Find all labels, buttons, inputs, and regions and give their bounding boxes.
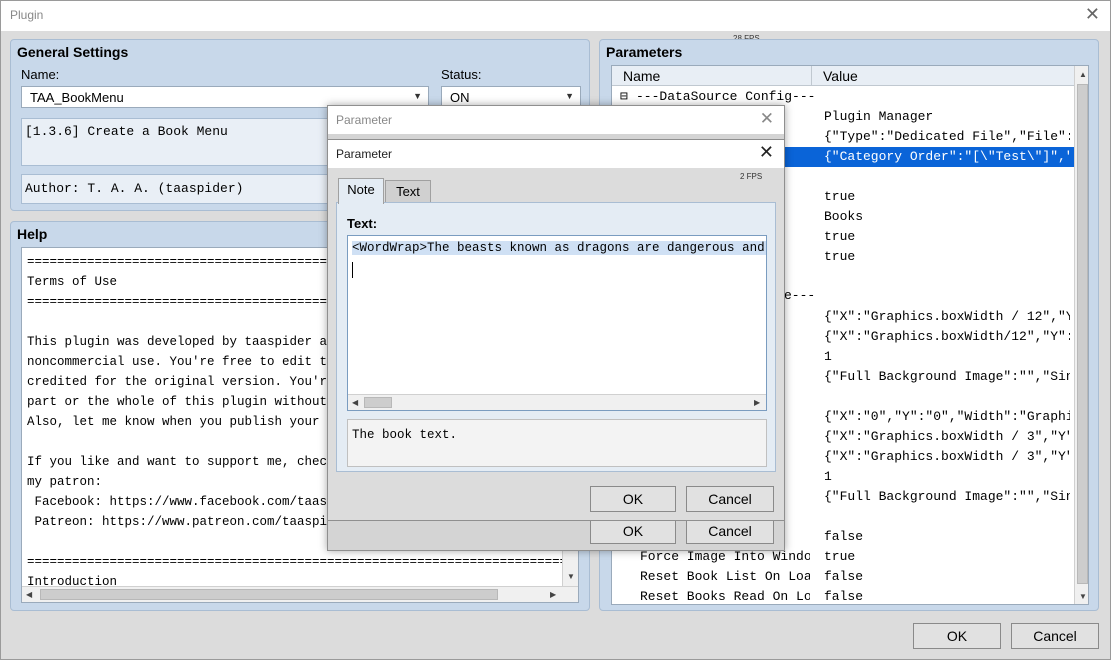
dialog-back-title: Parameter	[336, 113, 393, 127]
window-title: Plugin	[10, 8, 44, 22]
parameter-value: {"Category Order":"[\"Test\"]","Bo…	[824, 149, 1070, 164]
text-hscroll-thumb[interactable]	[364, 397, 392, 408]
column-divider[interactable]	[811, 66, 812, 86]
status-select-value: ON	[450, 90, 470, 105]
dialog-front-title: Parameter	[336, 147, 393, 161]
dialog-fps-counter: 2 FPS	[740, 172, 763, 181]
text-editor-value: <WordWrap>The beasts known as dragons ar…	[352, 241, 766, 255]
help-line: ========================================…	[27, 555, 579, 569]
help-horizontal-scrollbar[interactable]: ◀ ▶	[22, 586, 578, 602]
window-titlebar: Plugin ✕	[1, 1, 1110, 31]
parameter-dialog-front: Parameter ✕ 2 FPS Note Text Text: <WordW…	[327, 139, 785, 521]
name-label: Name:	[21, 67, 60, 82]
chevron-down-icon: ▼	[565, 91, 574, 101]
parameters-vertical-scrollbar[interactable]: ▲ ▼	[1074, 66, 1088, 604]
text-horizontal-scrollbar[interactable]: ◀ ▶	[348, 394, 766, 410]
close-icon[interactable]: ✕	[1085, 4, 1100, 25]
parameter-value: Plugin Manager	[824, 109, 934, 124]
parameters-scroll-thumb[interactable]	[1077, 84, 1088, 584]
text-editor[interactable]: <WordWrap>The beasts known as dragons ar…	[347, 235, 767, 411]
general-settings-title: General Settings	[17, 44, 129, 60]
parameter-value: {"X":"Graphics.boxWidth/12","Y":"0…	[824, 329, 1070, 344]
dialog-back-cancel-button[interactable]: Cancel	[686, 518, 774, 544]
dialog-front-titlebar: Parameter ✕	[328, 140, 784, 168]
parameter-description: The book text.	[352, 428, 458, 442]
parameter-value: 1	[824, 469, 832, 484]
close-icon[interactable]: ✕	[760, 109, 774, 129]
help-hscroll-thumb[interactable]	[40, 589, 498, 600]
parameter-value: false	[824, 589, 864, 604]
parameter-name: Reset Books Read On Load	[640, 589, 810, 604]
parameter-value: true	[824, 189, 856, 204]
cancel-button[interactable]: Cancel	[1011, 623, 1099, 649]
column-value-header[interactable]: Value	[823, 68, 858, 84]
parameter-row[interactable]: Reset Book List On Load false	[612, 567, 1074, 587]
dialog-back-ok-button[interactable]: OK	[590, 518, 676, 544]
author-text: Author: T. A. A. (taaspider)	[25, 181, 244, 196]
parameter-value: Books	[824, 209, 864, 224]
parameters-header: Name Value	[612, 66, 1074, 86]
dialog-back-titlebar: Parameter ✕	[328, 106, 784, 134]
parameter-name: Force Image Into Window	[640, 549, 810, 564]
parameter-group-row[interactable]: ⊟ ---DataSource Config---	[612, 87, 1074, 107]
parameter-value: false	[824, 569, 864, 584]
scroll-left-icon[interactable]: ◀	[26, 590, 32, 599]
chevron-down-icon: ▼	[413, 91, 422, 101]
tab-note[interactable]: Note	[338, 178, 384, 204]
parameter-value: false	[824, 529, 864, 544]
scroll-right-icon[interactable]: ▶	[754, 398, 760, 407]
parameter-value: true	[824, 229, 856, 244]
scroll-left-icon[interactable]: ◀	[352, 398, 358, 407]
parameters-title: Parameters	[606, 44, 683, 60]
parameter-value: {"X":"Graphics.boxWidth / 3","Y":"…	[824, 429, 1070, 444]
plugin-window: Plugin ✕ 28 FPS General Settings Name: T…	[0, 0, 1111, 660]
parameter-group2-label: e---	[784, 288, 816, 303]
scroll-down-icon[interactable]: ▼	[1079, 592, 1087, 601]
status-label: Status:	[441, 67, 482, 82]
name-select-value: TAA_BookMenu	[30, 90, 124, 105]
ok-button[interactable]: OK	[913, 623, 1001, 649]
close-icon[interactable]: ✕	[759, 142, 774, 163]
parameter-value: {"Full Background Image":"","Singl…	[824, 489, 1070, 504]
dialog-front-ok-button[interactable]: OK	[590, 486, 676, 512]
parameter-group-label: ---DataSource Config---	[636, 89, 816, 104]
parameter-name: Reset Book List On Load	[640, 569, 810, 584]
note-tab-panel: Text: <WordWrap>The beasts known as drag…	[336, 202, 776, 472]
tab-text[interactable]: Text	[385, 180, 431, 204]
scroll-down-icon[interactable]: ▼	[567, 572, 575, 581]
parameter-value: {"Type":"Dedicated File","File":"b…	[824, 129, 1070, 144]
parameter-description-box: The book text.	[347, 419, 767, 467]
description-text: [1.3.6] Create a Book Menu	[25, 124, 228, 139]
parameter-value: 1	[824, 349, 832, 364]
parameter-value: {"Full Background Image":"","Singl…	[824, 369, 1070, 384]
parameter-value: {"X":"Graphics.boxWidth / 3","Y":"…	[824, 449, 1070, 464]
parameter-value: true	[824, 549, 856, 564]
column-name-header[interactable]: Name	[623, 68, 660, 84]
text-cursor	[352, 262, 353, 278]
parameter-value: {"X":"Graphics.boxWidth / 12","Y":"…	[824, 309, 1070, 324]
help-title: Help	[17, 226, 48, 242]
parameter-row[interactable]: Reset Books Read On Load false	[612, 587, 1074, 604]
parameter-value: {"X":"0","Y":"0","Width":"Graphics…	[824, 409, 1070, 424]
text-label: Text:	[347, 216, 378, 231]
dialog-front-cancel-button[interactable]: Cancel	[686, 486, 774, 512]
scroll-up-icon[interactable]: ▲	[1079, 70, 1087, 79]
collapse-icon[interactable]: ⊟	[620, 89, 628, 104]
parameter-value: true	[824, 249, 856, 264]
scroll-right-icon[interactable]: ▶	[550, 590, 556, 599]
